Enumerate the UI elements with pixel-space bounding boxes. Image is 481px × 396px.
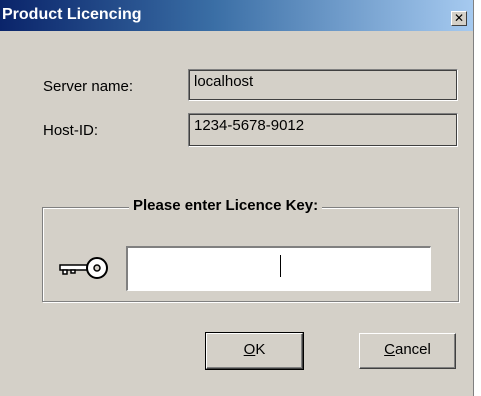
host-id-field: 1234-5678-9012 [188,113,458,147]
server-name-label: Server name: [43,78,134,95]
licencing-dialog: Product Licencing ✕ Server name: localho… [0,0,474,396]
server-name-field: localhost [188,69,458,101]
ok-label-rest: K [255,341,266,358]
window-title: Product Licencing [2,6,142,23]
licence-key-group-title: Please enter Licence Key: [129,197,323,214]
text-caret [280,255,281,277]
host-id-label: Host-ID: [43,122,99,139]
close-button[interactable]: ✕ [451,11,467,26]
ok-mnemonic: O [243,341,256,358]
cancel-button[interactable]: Cancel [359,333,456,369]
title-bar[interactable]: Product Licencing ✕ [0,0,473,31]
licence-key-input[interactable] [126,246,431,291]
key-icon [59,257,108,279]
cancel-label-rest: ancel [394,341,431,358]
close-icon: ✕ [453,11,465,25]
cancel-mnemonic: C [384,341,395,358]
ok-button[interactable]: OK [205,332,304,370]
